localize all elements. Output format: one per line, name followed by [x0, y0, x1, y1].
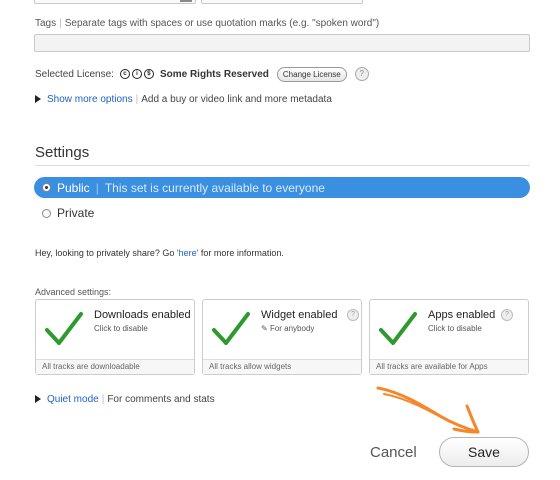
- quiet-mode-link[interactable]: Quiet mode: [47, 394, 99, 405]
- tags-hint: Separate tags with spaces or use quotati…: [64, 18, 380, 29]
- card-footer: All tracks allow widgets: [203, 359, 361, 374]
- share-prefix: Hey, looking to privately share? Go: [35, 248, 175, 258]
- license-label: Selected License:: [35, 68, 114, 80]
- pencil-icon: ✎: [261, 324, 268, 333]
- private-option[interactable]: Private: [34, 205, 94, 221]
- show-more-link[interactable]: Show more options: [47, 94, 133, 105]
- expand-triangle-icon[interactable]: [35, 395, 41, 403]
- top-field-right[interactable]: [201, 0, 363, 4]
- quiet-mode-row: Quiet mode | For comments and stats: [35, 394, 215, 405]
- card-sub: Click to disable: [94, 324, 148, 333]
- annotation-arrow-icon: [376, 386, 480, 434]
- cancel-button[interactable]: Cancel: [370, 444, 417, 461]
- expand-triangle-icon[interactable]: [35, 95, 41, 103]
- help-icon[interactable]: ?: [501, 309, 513, 321]
- advanced-label: Advanced settings:: [35, 287, 112, 297]
- settings-title: Settings: [35, 144, 90, 161]
- nc-icon: $: [143, 69, 154, 79]
- card-sub: Click to disable: [428, 324, 482, 333]
- cc-icon: c: [119, 69, 130, 79]
- public-label: Public: [57, 180, 90, 195]
- card-title: Widget enabled: [261, 309, 338, 321]
- widget-card[interactable]: Widget enabled ✎ For anybody ? All track…: [202, 299, 362, 375]
- help-icon[interactable]: ?: [354, 67, 369, 81]
- checkmark-icon: [212, 312, 250, 345]
- divider: [35, 165, 530, 166]
- show-more-desc: Add a buy or video link and more metadat…: [141, 94, 332, 105]
- public-desc: This set is currently available to every…: [104, 180, 325, 195]
- card-footer: All tracks are available for Apps: [370, 359, 528, 374]
- tags-label-row: Tags | Separate tags with spaces or use qu…: [35, 18, 380, 29]
- radio-public[interactable]: [42, 183, 51, 192]
- license-row: Selected License: c i $ Some Rights Rese…: [35, 66, 369, 82]
- public-option[interactable]: Public | This set is currently available…: [34, 177, 530, 198]
- apps-card[interactable]: Apps enabled Click to disable ? All trac…: [369, 299, 529, 375]
- checkmark-icon: [45, 312, 83, 345]
- tags-input[interactable]: [34, 34, 530, 52]
- card-title: Downloads enabled: [94, 309, 191, 321]
- card-footer: All tracks are downloadable: [36, 359, 194, 374]
- quiet-mode-desc: For comments and stats: [107, 394, 215, 405]
- share-here-link[interactable]: 'here': [177, 248, 198, 258]
- share-suffix: for more information.: [200, 248, 284, 258]
- radio-private[interactable]: [42, 208, 51, 218]
- downloads-card[interactable]: Downloads enabled Click to disable All t…: [35, 299, 195, 375]
- card-title: Apps enabled: [428, 309, 496, 321]
- help-icon[interactable]: ?: [347, 309, 359, 321]
- card-sub-row: ✎ For anybody: [261, 324, 314, 333]
- top-field-left[interactable]: [34, 0, 196, 4]
- show-more-row: Show more options | Add a buy or video lin…: [35, 94, 332, 105]
- license-name: Some Rights Reserved: [159, 68, 269, 80]
- card-sub: For anybody: [269, 324, 315, 333]
- change-license-button[interactable]: Change License: [276, 66, 347, 82]
- checkmark-icon: [379, 312, 417, 345]
- private-label: Private: [57, 206, 95, 220]
- share-text: Hey, looking to privately share? Go 'her…: [35, 248, 284, 258]
- by-icon: i: [131, 69, 142, 79]
- field-icon: [180, 0, 192, 2]
- tags-label: Tags: [35, 18, 57, 29]
